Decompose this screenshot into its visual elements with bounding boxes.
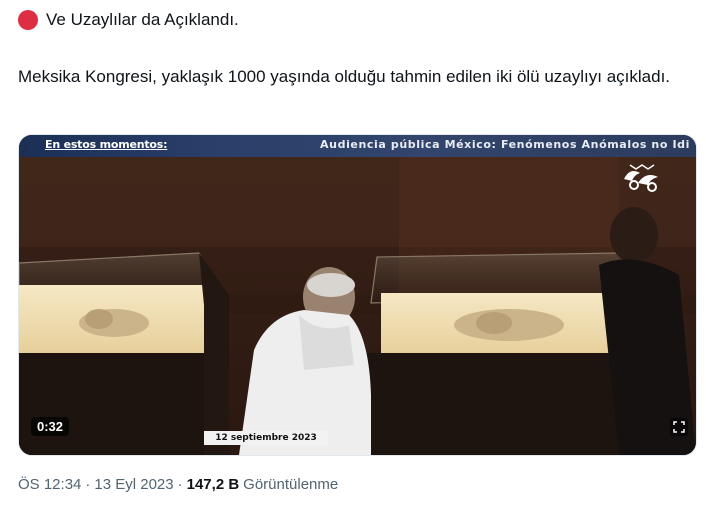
meta-separator: · — [177, 476, 183, 493]
banner-ticker: Audiencia pública México: Fenómenos Anóm… — [320, 138, 690, 151]
views-count: 147,2 B — [186, 476, 240, 493]
tweet-body-text: Meksika Kongresi, yaklaşık 1000 yaşında … — [18, 67, 671, 86]
tweet-date-link[interactable]: 13 Eyl 2023 — [94, 476, 173, 493]
tweet-headline: Ve Uzaylılar da Açıklandı. — [46, 10, 239, 29]
tweet-headline-row: Ve Uzaylılar da Açıklandı. — [18, 8, 239, 32]
meta-separator: · — [85, 476, 91, 493]
video-duration-badge: 0:32 — [31, 417, 70, 436]
news-banner: En estos momentos: Audiencia pública Méx… — [19, 135, 696, 157]
red-circle-icon — [18, 10, 38, 30]
tweet-time-link[interactable]: ÖS 12:34 — [18, 476, 81, 493]
video-player[interactable]: En estos momentos: Audiencia pública Méx… — [18, 134, 697, 456]
channel-logo-icon — [624, 164, 658, 192]
views-label: Görüntülenme — [243, 476, 339, 493]
video-date-caption: 12 septiembre 2023 — [204, 431, 328, 445]
banner-label: En estos momentos: — [45, 138, 168, 151]
video-frame — [19, 135, 696, 455]
expand-icon[interactable] — [670, 418, 688, 436]
tweet-meta: ÖS 12:34 · 13 Eyl 2023 · 147,2 B Görüntü… — [18, 476, 338, 493]
